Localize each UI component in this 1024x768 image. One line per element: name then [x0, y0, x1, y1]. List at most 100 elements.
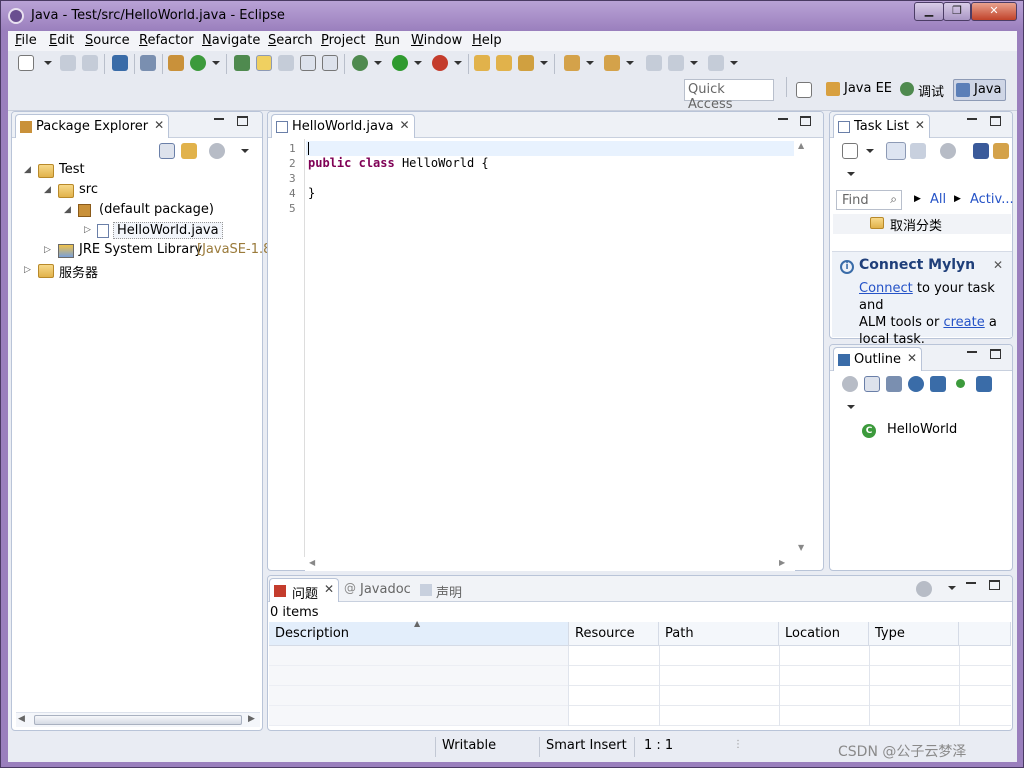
- editor-horizontal-scrollbar[interactable]: ◀ ▶: [305, 557, 795, 571]
- view-menu-icon[interactable]: [948, 586, 956, 590]
- new-dropdown-icon[interactable]: [44, 61, 52, 65]
- hide-fields-icon[interactable]: [908, 376, 924, 392]
- word-wrap-icon[interactable]: [300, 55, 316, 71]
- focus-on-task-icon[interactable]: [209, 143, 225, 159]
- scroll-right-icon[interactable]: ▶: [779, 558, 785, 567]
- activate-link[interactable]: Activ...: [970, 192, 1014, 207]
- task-category-row[interactable]: 取消分类: [833, 214, 1011, 234]
- new-task-dropdown-icon[interactable]: [866, 149, 874, 153]
- all-link[interactable]: All: [930, 192, 946, 207]
- collapsed-icon[interactable]: ▷: [44, 245, 51, 255]
- search-dropdown-icon[interactable]: [540, 61, 548, 65]
- close-icon[interactable]: ✕: [400, 118, 410, 132]
- quick-access-input[interactable]: Quick Access: [684, 79, 774, 112]
- column-description[interactable]: Description ▲: [269, 619, 569, 646]
- open-folder-icon[interactable]: [496, 55, 512, 71]
- run-dropdown-icon[interactable]: [414, 61, 422, 65]
- sort-icon[interactable]: [886, 376, 902, 392]
- collapse-all-icon[interactable]: [864, 376, 880, 392]
- categorized-icon[interactable]: [886, 142, 906, 160]
- menu-file[interactable]: File: [15, 33, 37, 48]
- toggle-mark-occurrences-icon[interactable]: [256, 55, 272, 71]
- next-annotation-icon[interactable]: [564, 55, 580, 71]
- close-icon[interactable]: ✕: [154, 118, 164, 132]
- previous-annotation-icon[interactable]: [604, 55, 620, 71]
- search-tool-icon[interactable]: [518, 55, 534, 71]
- scroll-down-icon[interactable]: ▼: [798, 543, 804, 552]
- toggle-block-selection-icon[interactable]: [278, 55, 294, 71]
- collapsed-icon[interactable]: ▷: [84, 225, 91, 235]
- close-button[interactable]: ✕: [971, 2, 1017, 21]
- minimize-view-icon[interactable]: [967, 118, 977, 120]
- back-icon[interactable]: [668, 55, 684, 71]
- restore-button[interactable]: ❐: [943, 2, 971, 21]
- show-whitespace-icon[interactable]: [322, 55, 338, 71]
- forward-dropdown-icon[interactable]: [730, 61, 738, 65]
- maximize-view-icon[interactable]: [990, 349, 1001, 359]
- menu-project[interactable]: Project: [321, 33, 366, 48]
- new-java-class-icon[interactable]: [190, 55, 206, 71]
- menu-source[interactable]: Source: [85, 33, 130, 48]
- perspective-java[interactable]: Java: [953, 79, 1007, 101]
- task-find-input[interactable]: Find ⌕: [836, 190, 902, 210]
- external-tools-dropdown-icon[interactable]: [454, 61, 462, 65]
- tab-outline[interactable]: Outline ✕: [833, 347, 923, 371]
- hide-non-public-icon[interactable]: [956, 379, 965, 388]
- column-resource[interactable]: Resource: [569, 622, 659, 646]
- menu-help[interactable]: Help: [472, 33, 502, 48]
- run-icon[interactable]: [392, 55, 408, 71]
- back-dropdown-icon[interactable]: [690, 61, 698, 65]
- new-task-icon[interactable]: [842, 143, 858, 159]
- editor-vertical-scrollbar[interactable]: ▲ ▼: [795, 139, 811, 557]
- focus-icon[interactable]: [940, 143, 956, 159]
- menu-edit[interactable]: Edit: [49, 33, 74, 48]
- menu-run[interactable]: Run: [375, 33, 400, 48]
- debug-icon[interactable]: [352, 55, 368, 71]
- console-icon[interactable]: [112, 55, 128, 71]
- minimize-view-icon[interactable]: [967, 351, 977, 353]
- minimize-view-icon[interactable]: [966, 582, 976, 584]
- expanded-icon[interactable]: ◢: [64, 205, 71, 215]
- hide-static-icon[interactable]: [930, 376, 946, 392]
- scroll-left-icon[interactable]: ◀: [18, 714, 25, 724]
- view-menu-icon[interactable]: [847, 405, 855, 409]
- scroll-up-icon[interactable]: ▲: [798, 141, 804, 150]
- open-project-icon[interactable]: [474, 55, 490, 71]
- open-perspective-icon[interactable]: [796, 82, 812, 98]
- close-icon[interactable]: ✕: [907, 351, 917, 365]
- new-class-dropdown-icon[interactable]: [212, 61, 220, 65]
- external-tools-icon[interactable]: [432, 55, 448, 71]
- skip-breakpoints-icon[interactable]: [140, 55, 156, 71]
- create-link[interactable]: create: [943, 315, 984, 330]
- new-java-package-icon[interactable]: [168, 55, 184, 71]
- view-menu-icon[interactable]: [847, 172, 855, 176]
- close-icon[interactable]: ✕: [993, 258, 1003, 272]
- maximize-editor-icon[interactable]: [800, 116, 811, 126]
- tab-package-explorer[interactable]: Package Explorer ✕: [15, 114, 170, 138]
- maximize-view-icon[interactable]: [990, 116, 1001, 126]
- menu-search[interactable]: Search: [268, 33, 313, 48]
- tab-declaration[interactable]: 声明: [416, 578, 482, 602]
- perspective-debug[interactable]: 调试: [898, 79, 948, 101]
- expanded-icon[interactable]: ◢: [24, 165, 31, 175]
- column-path[interactable]: Path: [659, 622, 779, 646]
- forward-icon[interactable]: [708, 55, 724, 71]
- horizontal-scrollbar[interactable]: ◀ ▶: [16, 712, 260, 727]
- open-type-icon[interactable]: [234, 55, 250, 71]
- title-bar[interactable]: Java - Test/src/HelloWorld.java - Eclips…: [1, 1, 1023, 31]
- tab-task-list[interactable]: Task List ✕: [833, 114, 930, 138]
- previous-annotation-dropdown-icon[interactable]: [626, 61, 634, 65]
- close-icon[interactable]: ✕: [915, 118, 925, 132]
- collapsed-icon[interactable]: ▷: [24, 265, 31, 275]
- next-annotation-dropdown-icon[interactable]: [586, 61, 594, 65]
- connect-link[interactable]: Connect: [859, 281, 913, 296]
- column-location[interactable]: Location: [779, 622, 869, 646]
- last-edit-location-icon[interactable]: [646, 55, 662, 71]
- focus-icon[interactable]: [916, 581, 932, 597]
- code-area[interactable]: 1 2 3 4 5 public class HelloWorld { }: [269, 139, 794, 557]
- close-icon[interactable]: ✕: [324, 582, 334, 596]
- collapse-all-icon[interactable]: [159, 143, 175, 159]
- maximize-view-icon[interactable]: [989, 580, 1000, 590]
- debug-dropdown-icon[interactable]: [374, 61, 382, 65]
- scheduled-icon[interactable]: [910, 143, 926, 159]
